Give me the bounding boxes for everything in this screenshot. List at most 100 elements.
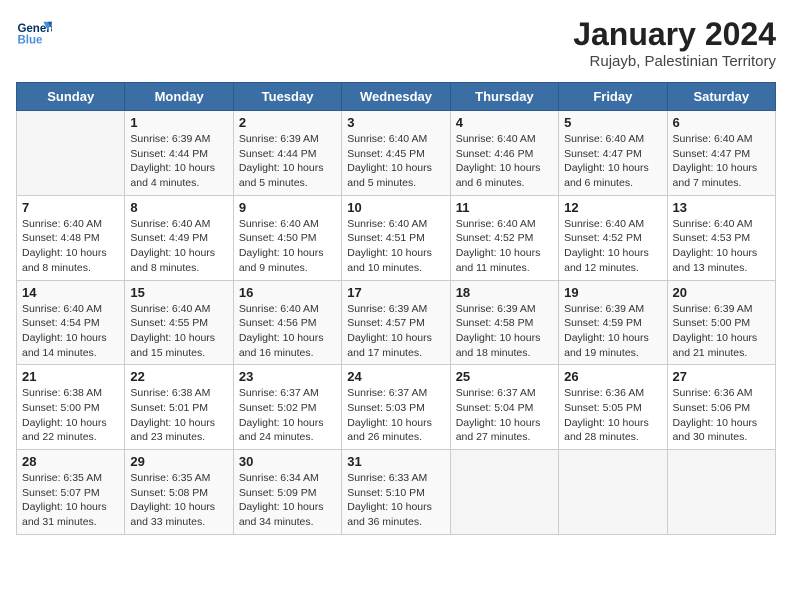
day-number: 31	[347, 454, 444, 469]
calendar-cell: 12Sunrise: 6:40 AMSunset: 4:52 PMDayligh…	[559, 195, 667, 280]
day-number: 8	[130, 200, 227, 215]
weekday-header: Thursday	[450, 83, 558, 111]
calendar-cell: 8 Sunrise: 6:40 AMSunset: 4:49 PMDaylight…	[125, 195, 233, 280]
calendar-cell: 1Sunrise: 6:39 AMSunset: 4:44 PMDaylight…	[125, 111, 233, 196]
calendar-week-row: 7 Sunrise: 6:40 AMSunset: 4:48 PMDaylight…	[17, 195, 776, 280]
day-number: 20	[673, 285, 770, 300]
day-number: 4	[456, 115, 553, 130]
day-number: 5	[564, 115, 661, 130]
day-number: 22	[130, 369, 227, 384]
calendar-cell: 27 Sunrise: 6:36 AMSunset: 5:06 PMDayligh…	[667, 365, 775, 450]
day-info: Sunrise: 6:40 AMSunset: 4:45 PMDaylight:…	[347, 132, 444, 191]
calendar-cell: 15Sunrise: 6:40 AMSunset: 4:55 PMDayligh…	[125, 280, 233, 365]
day-number: 14	[22, 285, 119, 300]
day-info: Sunrise: 6:40 AMSunset: 4:47 PMDaylight:…	[673, 132, 770, 191]
weekday-header: Sunday	[17, 83, 125, 111]
calendar-cell: 7 Sunrise: 6:40 AMSunset: 4:48 PMDaylight…	[17, 195, 125, 280]
day-info: Sunrise: 6:40 AMSunset: 4:53 PMDaylight:…	[673, 217, 770, 276]
day-number: 27	[673, 369, 770, 384]
day-info: Sunrise: 6:40 AMSunset: 4:55 PMDaylight:…	[130, 302, 227, 361]
calendar-body: 1 Sunrise: 6:39 AMSunset: 4:44 PMDaylight…	[17, 111, 776, 535]
calendar-cell: 23Sunrise: 6:37 AMSunset: 5:02 PMDayligh…	[233, 365, 341, 450]
day-number: 6	[673, 115, 770, 130]
calendar-cell: 26 Sunrise: 6:36 AMSunset: 5:05 PMDayligh…	[559, 365, 667, 450]
calendar-cell: 28Sunrise: 6:35 AMSunset: 5:07 PMDayligh…	[17, 450, 125, 535]
logo: General Blue General Blue	[16, 16, 52, 52]
calendar-cell: 13Sunrise: 6:40 AMSunset: 4:53 PMDayligh…	[667, 195, 775, 280]
weekday-header: Saturday	[667, 83, 775, 111]
calendar-cell: 29 Sunrise: 6:35 AMSunset: 5:08 PMDayligh…	[125, 450, 233, 535]
day-number: 9	[239, 200, 336, 215]
calendar-cell: 5 Sunrise: 6:40 AMSunset: 4:47 PMDaylight…	[559, 111, 667, 196]
calendar-cell: 20Sunrise: 6:39 AMSunset: 5:00 PMDayligh…	[667, 280, 775, 365]
day-info: Sunrise: 6:40 AMSunset: 4:51 PMDaylight:…	[347, 217, 444, 276]
day-info: Sunrise: 6:38 AMSunset: 5:01 PMDaylight:…	[130, 386, 227, 445]
day-number: 26	[564, 369, 661, 384]
calendar-cell: 2Sunrise: 6:39 AMSunset: 4:44 PMDaylight…	[233, 111, 341, 196]
day-info: Sunrise: 6:40 AMSunset: 4:47 PMDaylight:…	[564, 132, 661, 191]
day-number: 10	[347, 200, 444, 215]
day-number: 16	[239, 285, 336, 300]
day-info: Sunrise: 6:36 AMSunset: 5:06 PMDaylight:…	[673, 386, 770, 445]
day-info: Sunrise: 6:35 AMSunset: 5:07 PMDaylight:…	[22, 471, 119, 530]
calendar-cell: 3 Sunrise: 6:40 AMSunset: 4:45 PMDaylight…	[342, 111, 450, 196]
calendar-cell: 22 Sunrise: 6:38 AMSunset: 5:01 PMDayligh…	[125, 365, 233, 450]
calendar-cell	[559, 450, 667, 535]
calendar-cell: 11Sunrise: 6:40 AMSunset: 4:52 PMDayligh…	[450, 195, 558, 280]
calendar-cell: 31 Sunrise: 6:33 AMSunset: 5:10 PMDayligh…	[342, 450, 450, 535]
weekday-header: Monday	[125, 83, 233, 111]
day-info: Sunrise: 6:39 AMSunset: 4:44 PMDaylight:…	[239, 132, 336, 191]
day-info: Sunrise: 6:37 AMSunset: 5:04 PMDaylight:…	[456, 386, 553, 445]
calendar-cell: 18Sunrise: 6:39 AMSunset: 4:58 PMDayligh…	[450, 280, 558, 365]
calendar-cell: 25 Sunrise: 6:37 AMSunset: 5:04 PMDayligh…	[450, 365, 558, 450]
calendar-cell	[667, 450, 775, 535]
calendar-cell: 21 Sunrise: 6:38 AMSunset: 5:00 PMDayligh…	[17, 365, 125, 450]
calendar-cell: 30 Sunrise: 6:34 AMSunset: 5:09 PMDayligh…	[233, 450, 341, 535]
day-number: 29	[130, 454, 227, 469]
day-number: 17	[347, 285, 444, 300]
weekday-header: Friday	[559, 83, 667, 111]
day-number: 1	[130, 115, 227, 130]
calendar-week-row: 14 Sunrise: 6:40 AMSunset: 4:54 PMDayligh…	[17, 280, 776, 365]
page-header: General Blue General Blue January 2024 R…	[16, 16, 776, 70]
day-info: Sunrise: 6:40 AMSunset: 4:50 PMDaylight:…	[239, 217, 336, 276]
day-info: Sunrise: 6:39 AMSunset: 4:58 PMDaylight:…	[456, 302, 553, 361]
calendar-cell: 9 Sunrise: 6:40 AMSunset: 4:50 PMDaylight…	[233, 195, 341, 280]
day-info: Sunrise: 6:39 AMSunset: 4:57 PMDaylight:…	[347, 302, 444, 361]
day-number: 19	[564, 285, 661, 300]
day-info: Sunrise: 6:36 AMSunset: 5:05 PMDaylight:…	[564, 386, 661, 445]
day-info: Sunrise: 6:40 AMSunset: 4:49 PMDaylight:…	[130, 217, 227, 276]
day-number: 7	[22, 200, 119, 215]
day-info: Sunrise: 6:40 AMSunset: 4:48 PMDaylight:…	[22, 217, 119, 276]
day-number: 3	[347, 115, 444, 130]
calendar-cell: 19Sunrise: 6:39 AMSunset: 4:59 PMDayligh…	[559, 280, 667, 365]
day-number: 24	[347, 369, 444, 384]
day-info: Sunrise: 6:40 AMSunset: 4:54 PMDaylight:…	[22, 302, 119, 361]
day-info: Sunrise: 6:38 AMSunset: 5:00 PMDaylight:…	[22, 386, 119, 445]
day-info: Sunrise: 6:40 AMSunset: 4:52 PMDaylight:…	[564, 217, 661, 276]
calendar-table: SundayMondayTuesdayWednesdayThursdayFrid…	[16, 82, 776, 535]
day-number: 30	[239, 454, 336, 469]
day-number: 21	[22, 369, 119, 384]
calendar-week-row: 21 Sunrise: 6:38 AMSunset: 5:00 PMDayligh…	[17, 365, 776, 450]
calendar-title: January 2024	[573, 16, 776, 53]
day-number: 23	[239, 369, 336, 384]
svg-text:Blue: Blue	[17, 34, 43, 46]
day-info: Sunrise: 6:34 AMSunset: 5:09 PMDaylight:…	[239, 471, 336, 530]
calendar-cell: 14 Sunrise: 6:40 AMSunset: 4:54 PMDayligh…	[17, 280, 125, 365]
calendar-cell: 10 Sunrise: 6:40 AMSunset: 4:51 PMDayligh…	[342, 195, 450, 280]
day-info: Sunrise: 6:37 AMSunset: 5:03 PMDaylight:…	[347, 386, 444, 445]
day-info: Sunrise: 6:35 AMSunset: 5:08 PMDaylight:…	[130, 471, 227, 530]
weekday-header: Tuesday	[233, 83, 341, 111]
calendar-cell	[17, 111, 125, 196]
day-number: 25	[456, 369, 553, 384]
logo-icon: General Blue	[16, 16, 52, 52]
calendar-cell: 6 Sunrise: 6:40 AMSunset: 4:47 PMDaylight…	[667, 111, 775, 196]
day-info: Sunrise: 6:40 AMSunset: 4:52 PMDaylight:…	[456, 217, 553, 276]
day-info: Sunrise: 6:33 AMSunset: 5:10 PMDaylight:…	[347, 471, 444, 530]
calendar-cell: 24 Sunrise: 6:37 AMSunset: 5:03 PMDayligh…	[342, 365, 450, 450]
day-info: Sunrise: 6:40 AMSunset: 4:46 PMDaylight:…	[456, 132, 553, 191]
calendar-header: SundayMondayTuesdayWednesdayThursdayFrid…	[17, 83, 776, 111]
calendar-week-row: 28Sunrise: 6:35 AMSunset: 5:07 PMDayligh…	[17, 450, 776, 535]
title-block: January 2024 Rujayb, Palestinian Territo…	[573, 16, 776, 70]
